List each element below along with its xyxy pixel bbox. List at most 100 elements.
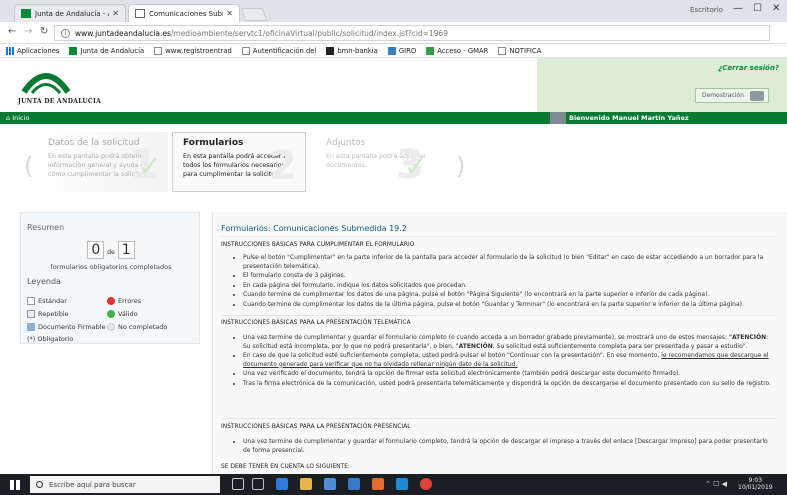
summary-panel: Resumen 0 de 1 formularios obligatorios co… (20, 212, 200, 344)
step-number: 2 (269, 143, 297, 189)
bookmark-bmn[interactable]: bmn-bankia (326, 46, 378, 55)
not-completed-icon (107, 323, 115, 331)
task-view-icon[interactable] (232, 478, 244, 490)
clock-date: 10/01/2019 (738, 484, 773, 491)
browser-tab-comunicaciones[interactable]: Comunicaciones Submer ✕ (128, 4, 240, 22)
step-datos-solicitud[interactable]: Datos de la solicitud En esta pantalla p… (38, 132, 168, 192)
document-favicon-icon (135, 9, 145, 18)
demo-button[interactable]: Demostración (695, 88, 769, 103)
divider (221, 418, 776, 419)
valid-icon (107, 310, 115, 318)
counter-of: de (107, 249, 115, 256)
section-presencial: INSTRUCCIONES BÁSICAS PARA LA PRESENTACI… (221, 424, 411, 430)
bookmark-notifica[interactable]: NOTIFICA (498, 46, 541, 55)
search-icon (36, 481, 43, 488)
edge-icon[interactable] (276, 478, 288, 490)
system-tray-icons[interactable]: ⌃ ☐ ◀ (705, 480, 727, 488)
junta-logo[interactable]: JUNTA DE ANDALUCIA (18, 62, 101, 106)
bracket-left-icon: ( (24, 152, 34, 180)
windows-start-icon[interactable] (10, 480, 20, 490)
list-item: Cuando termine de cumplimentar los datos… (243, 291, 773, 300)
tab-label: Comunicaciones Submer (149, 9, 223, 18)
bookmark-aplicaciones[interactable]: Aplicaciones (6, 46, 59, 55)
legend-errors: Errores (107, 297, 141, 305)
bookmark-registro[interactable]: www.registroentrad (154, 46, 232, 55)
list-item: Una vez termine de cumplimentar y guarda… (243, 438, 773, 455)
reload-icon[interactable]: ↻ (40, 26, 48, 37)
standard-icon (27, 297, 35, 305)
home-link[interactable]: ⌂ Inicio (6, 114, 29, 122)
mail-icon (241, 46, 250, 55)
taskbar: Escribe aquí para buscar ⌃ ☐ ◀ 9:03 10/0… (0, 474, 787, 495)
close-tab-icon[interactable]: ✕ (112, 9, 119, 18)
search-placeholder: Escribe aquí para buscar (49, 480, 136, 489)
total-count: 1 (117, 241, 135, 259)
page-icon (498, 46, 507, 55)
minimize-icon[interactable]: — (733, 3, 743, 14)
signable-icon (27, 323, 35, 331)
list-item: Pulse el botón "Cumplimentar" en la part… (243, 254, 773, 271)
taskbar-clock[interactable]: 9:03 10/01/2019 (738, 477, 773, 491)
list-item: El formulario consta de 3 páginas. (243, 272, 773, 281)
checkmark-icon: ✓ (138, 150, 162, 183)
folder-icon[interactable] (300, 478, 312, 490)
junta-favicon-icon (21, 9, 31, 18)
url-input[interactable]: i www.juntadeandalucia.es/medioambiente/… (54, 25, 770, 41)
avatar (550, 112, 566, 124)
taskbar-search-input[interactable]: Escribe aquí para buscar (30, 476, 220, 493)
session-box: ¿Cerrar sesión? Demostración (537, 58, 787, 112)
list-item: Cuando termine de cumplimentar los datos… (243, 301, 773, 310)
list-item: Una vez verificado el documento, tendrá … (243, 370, 773, 379)
bookmark-giro[interactable]: GIRO (387, 46, 416, 55)
legend-repeatable: Repetible (27, 310, 69, 318)
address-row: ← → ↻ i www.juntadeandalucia.es/medioamb… (0, 22, 787, 57)
junta-icon (69, 46, 78, 55)
section-cumplimentar: INSTRUCCIONES BÁSICAS PARA CUMPLIMENTAR … (221, 242, 415, 248)
store-icon[interactable] (324, 478, 336, 490)
chrome-icon[interactable] (420, 478, 432, 490)
legend-required: (*) Obligatorio (27, 335, 74, 343)
forward-arrow-icon[interactable]: → (24, 26, 32, 37)
clock-time: 9:03 (748, 477, 763, 484)
close-window-icon[interactable]: ✕ (772, 3, 780, 14)
bmn-icon (326, 46, 335, 55)
bracket-right-icon: ) (456, 152, 466, 180)
list-item: Tras la firma electrónica de la comunica… (243, 380, 773, 389)
bookmark-junta[interactable]: Junta de Andalucía (69, 46, 144, 55)
section-tener-cuenta: SE DEBE TENER EN CUENTA LO SIGUIENTE: (221, 464, 351, 470)
back-arrow-icon[interactable]: ← (8, 26, 16, 37)
checkmark-icon: ✓ (404, 150, 428, 183)
apps-grid-icon[interactable] (252, 478, 264, 490)
new-tab-button[interactable] (240, 8, 268, 21)
url-path: /medioambiente/servtc1/oficinaVirtual/pu… (170, 28, 449, 38)
browser-tab-junta[interactable]: Junta de Andalucía - Ayu ✕ (14, 4, 126, 22)
repeatable-icon (27, 310, 35, 318)
logout-link[interactable]: ¿Cerrar sesión? (718, 64, 779, 72)
presencial-list: Una vez termine de cumplimentar y guarda… (243, 438, 773, 456)
step-adjuntos[interactable]: Adjuntos En esta pantalla podrá adjuntar… (316, 132, 446, 192)
section-telematica: INSTRUCCIONES BÁSICAS PARA LA PRESENTACI… (221, 320, 411, 326)
demo-label: Demostración (702, 92, 744, 99)
legend-valid: Válido (107, 310, 138, 318)
counter-note: formularios obligatorios completados (50, 263, 172, 271)
telematica-list: Una vez termine de cumplimentar y guarda… (243, 334, 773, 389)
bookmark-gmar[interactable]: Acceso - GMAR (426, 46, 488, 55)
error-icon (107, 297, 115, 305)
completed-count: 0 (87, 241, 105, 259)
cumplimentar-list: Pulse el botón "Cumplimentar" en la part… (243, 254, 773, 310)
ie-icon[interactable] (396, 478, 408, 490)
hand-icon (749, 90, 764, 101)
legend-signable: Documento Firmable (27, 323, 106, 331)
bookmark-autentificacion[interactable]: Autentificación del (241, 46, 316, 55)
page-icon (154, 46, 163, 55)
step-formularios[interactable]: Formularios En esta pantalla podrá acced… (172, 132, 306, 192)
mail-app-icon[interactable] (348, 478, 360, 490)
office-icon[interactable] (372, 478, 384, 490)
forms-panel: Formularios: Comunicaciones Submedida 19… (212, 212, 787, 474)
legend-not-completed: No completado (107, 323, 167, 331)
site-info-icon[interactable]: i (61, 28, 70, 38)
tab-strip: Junta de Andalucía - Ayu ✕ Comunicacione… (0, 0, 787, 22)
apps-icon (6, 46, 14, 55)
maximize-icon[interactable]: ☐ (753, 3, 762, 14)
close-tab-icon[interactable]: ✕ (226, 9, 233, 18)
